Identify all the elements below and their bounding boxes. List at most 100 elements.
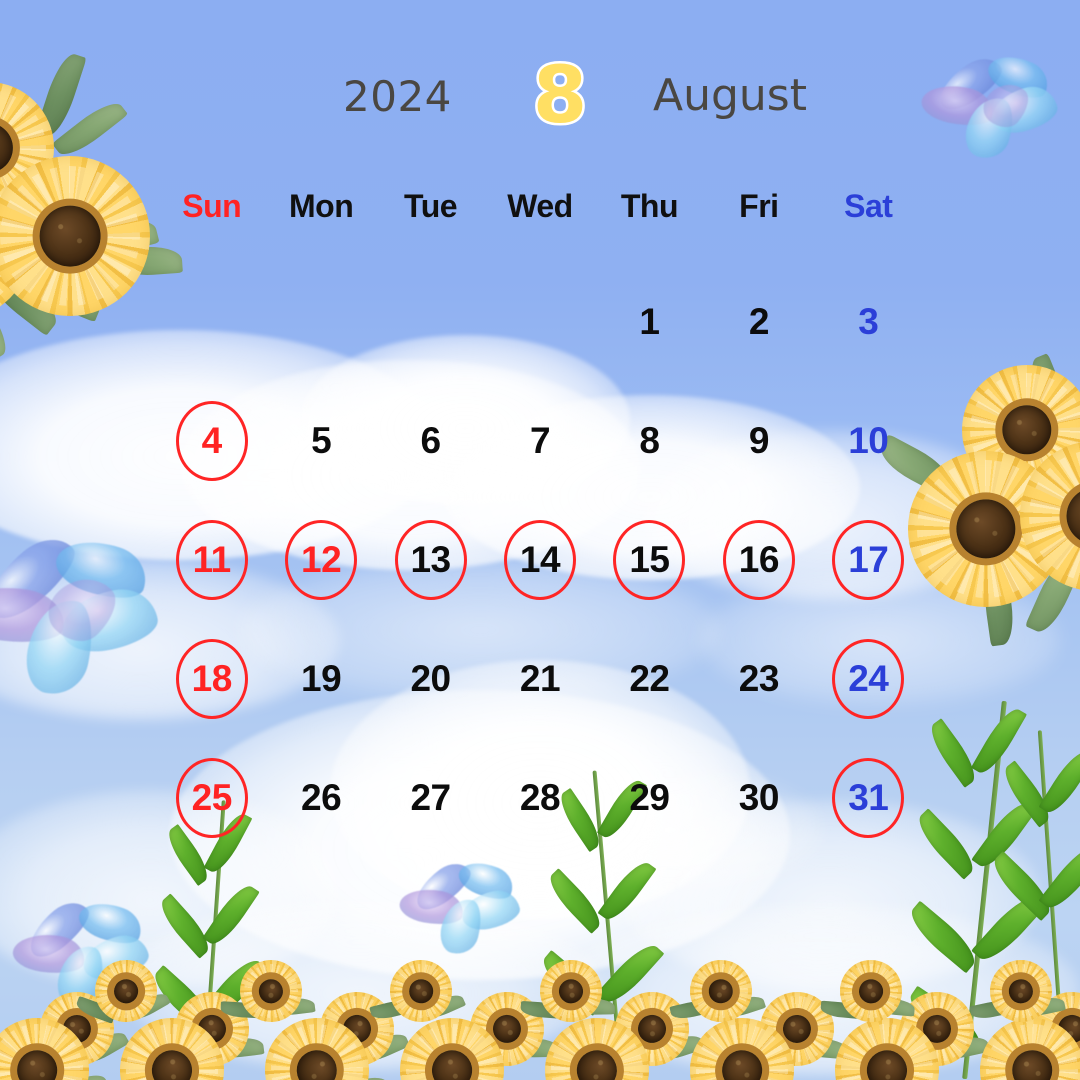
date-cell[interactable]: 31 — [814, 738, 923, 857]
date-cell[interactable]: 13 — [376, 500, 485, 619]
date-cell-empty — [376, 262, 485, 381]
sunflower-field-cluster — [735, 988, 850, 1070]
leaf-icon — [355, 1028, 411, 1067]
date-cell[interactable]: 27 — [376, 738, 485, 857]
leaf-icon — [570, 998, 615, 1015]
sunflower-icon — [229, 949, 313, 1033]
weekday-label-sat: Sat — [844, 187, 893, 224]
date-cell[interactable]: 9 — [704, 381, 813, 500]
date-number: 29 — [629, 777, 670, 818]
sunflower-field-cluster — [0, 1007, 112, 1080]
leaf-icon — [314, 1068, 393, 1080]
header-year: 2024 — [343, 72, 452, 121]
date-number: 30 — [738, 777, 780, 818]
date-number: 31 — [848, 777, 889, 818]
decoration-sunflower-field-bottom — [0, 900, 1080, 1080]
leaf-icon — [150, 1041, 200, 1062]
date-number: 10 — [848, 420, 889, 461]
date-grid: 1 2 3 4 5 6 7 8 9 10 11 12 13 14 15 16 17 18 19 20 21 22 23 24 2… — [157, 262, 923, 857]
date-cell[interactable]: 29 — [595, 738, 704, 857]
date-cell[interactable]: 1 — [595, 262, 704, 381]
leaf-icon — [124, 988, 171, 1025]
date-cell[interactable]: 18 — [157, 619, 266, 738]
sunflower-icon — [98, 996, 246, 1080]
date-cell[interactable]: 22 — [595, 619, 704, 738]
sunflower-field-cluster — [819, 948, 915, 1034]
sunflower-icon — [84, 949, 168, 1033]
date-cell[interactable]: 21 — [485, 619, 594, 738]
leaf-icon — [668, 997, 712, 1022]
date-cell[interactable]: 16 — [704, 500, 813, 619]
sunflower-field-cluster — [874, 976, 991, 1080]
date-cell[interactable]: 17 — [814, 500, 923, 619]
date-cell-empty — [157, 262, 266, 381]
sunflower-icon — [0, 1007, 100, 1080]
date-number: 2 — [748, 301, 770, 342]
sunflower-icon — [884, 976, 990, 1080]
sunflower-icon — [828, 948, 914, 1034]
sunflower-icon — [527, 947, 615, 1035]
date-cell[interactable]: 28 — [485, 738, 594, 857]
sunflower-field-cluster — [978, 1016, 1080, 1080]
sunflower-field-cluster — [368, 955, 466, 1027]
date-cell[interactable]: 19 — [266, 619, 375, 738]
date-cell[interactable]: 8 — [595, 381, 704, 500]
date-number: 27 — [410, 777, 451, 818]
leaf-icon — [294, 1036, 346, 1066]
leaf-icon — [219, 1001, 261, 1019]
leaf-icon — [270, 995, 316, 1018]
leaf-icon — [589, 1037, 641, 1066]
date-cell[interactable]: 15 — [595, 500, 704, 619]
date-cell[interactable]: 5 — [266, 381, 375, 500]
leaf-icon — [1019, 994, 1066, 1019]
leaf-icon — [73, 995, 117, 1024]
date-number: 9 — [748, 420, 770, 461]
sunflower-icon — [601, 978, 703, 1080]
date-number: 12 — [301, 539, 342, 580]
date-number: 8 — [639, 420, 660, 461]
leaf-icon — [14, 1034, 66, 1068]
date-cell[interactable]: 6 — [376, 381, 485, 500]
leaf-icon — [796, 1035, 850, 1060]
sunflower-field-cluster — [668, 956, 766, 1026]
weekday-label-fri: Fri — [739, 187, 779, 224]
leaf-icon — [35, 1066, 112, 1080]
date-cell-empty — [485, 262, 594, 381]
sunflower-field-cluster — [589, 978, 706, 1080]
date-cell[interactable]: 24 — [814, 619, 923, 738]
sunflower-field-cluster — [219, 949, 316, 1033]
weekday-label-thu: Thu — [620, 187, 679, 224]
date-number: 18 — [191, 658, 233, 699]
date-cell[interactable]: 20 — [376, 619, 485, 738]
date-number: 3 — [858, 301, 879, 342]
date-cell[interactable]: 25 — [157, 738, 266, 857]
date-cell[interactable]: 12 — [266, 500, 375, 619]
sunflower-icon — [676, 1004, 808, 1080]
sunflower-icon — [978, 1016, 1080, 1080]
sunflower-icon — [686, 956, 756, 1026]
weekday-label-mon: Mon — [289, 187, 354, 224]
date-cell[interactable]: 14 — [485, 500, 594, 619]
date-number: 11 — [192, 539, 232, 580]
sunflower-field-cluster — [445, 981, 559, 1077]
date-cell[interactable]: 23 — [704, 619, 813, 738]
sunflower-field-cluster — [1010, 985, 1080, 1073]
date-cell[interactable]: 26 — [266, 738, 375, 857]
date-number: 24 — [848, 658, 889, 699]
date-cell[interactable]: 3 — [814, 262, 923, 381]
sunflower-field-cluster — [379, 997, 525, 1080]
date-cell[interactable]: 7 — [485, 381, 594, 500]
date-cell[interactable]: 4 — [157, 381, 266, 500]
date-number: 6 — [420, 420, 442, 461]
leaf-icon — [211, 1034, 265, 1061]
date-cell[interactable]: 2 — [704, 262, 813, 381]
leaf-icon — [1030, 1066, 1080, 1080]
date-cell[interactable]: 10 — [814, 381, 923, 500]
sunflower-icon — [1028, 985, 1080, 1073]
date-cell[interactable]: 11 — [157, 500, 266, 619]
date-number: 22 — [629, 658, 670, 699]
sunflower-field-cluster — [150, 977, 265, 1080]
date-number: 28 — [519, 777, 561, 818]
leaf-icon — [650, 1030, 706, 1065]
date-cell[interactable]: 30 — [704, 738, 813, 857]
